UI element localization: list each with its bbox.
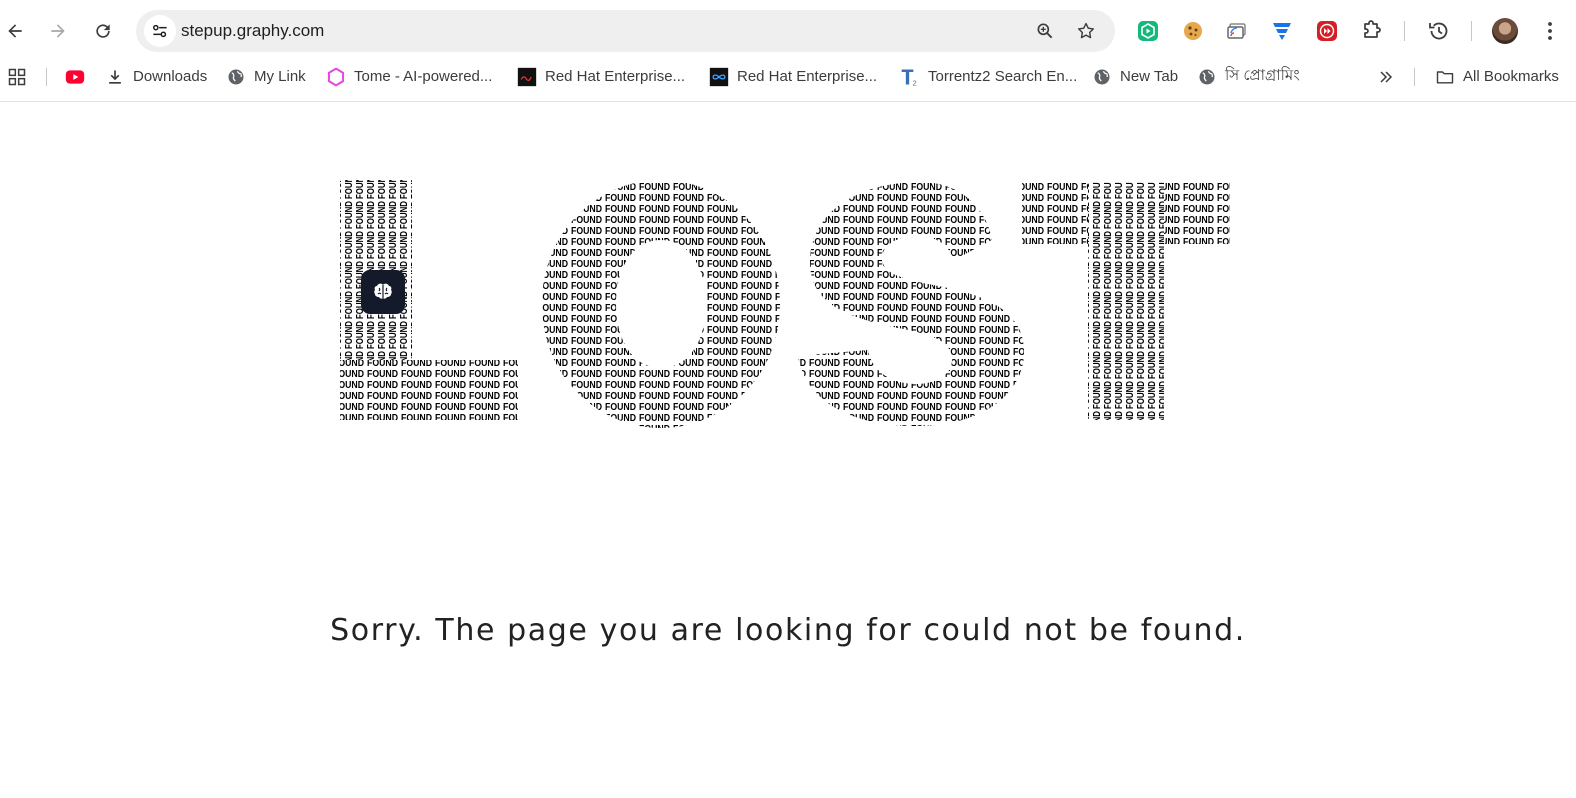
arrow-right-icon (51, 24, 65, 38)
bookmarks-divider (46, 68, 47, 86)
globe-icon (1092, 67, 1112, 87)
blue-logo-extension[interactable] (1268, 17, 1296, 45)
brain-icon (374, 283, 392, 299)
history-icon (1429, 22, 1448, 40)
bookmark-downloads[interactable]: Downloads (105, 62, 207, 91)
url-text[interactable]: stepup.graphy.com (181, 10, 324, 52)
redhat-icon (517, 67, 537, 87)
kebab-menu-icon (1548, 22, 1552, 40)
bookmark-redhat-2[interactable]: Red Hat Enterprise... (709, 62, 877, 91)
red-forward-extension[interactable] (1313, 17, 1341, 45)
zoom-icon (1037, 23, 1053, 39)
cookie-extension[interactable] (1179, 17, 1207, 45)
all-bookmarks-button[interactable]: All Bookmarks (1435, 62, 1559, 91)
reload-icon (96, 24, 110, 38)
green-play-extension-icon (1138, 21, 1158, 41)
cookie-extension-icon (1184, 22, 1202, 40)
download-icon (105, 67, 125, 87)
lost-letter-s (798, 182, 1024, 426)
zoom-button[interactable] (1033, 19, 1057, 43)
lost-letter-t (1022, 182, 1230, 420)
arrow-left-icon (8, 24, 22, 38)
brain-badge[interactable] (361, 270, 405, 314)
puzzle-extensions-icon (1364, 20, 1381, 38)
blue-logo-extension-icon (1273, 23, 1291, 40)
bookmarks-divider (1414, 68, 1415, 86)
bookmark-star-icon (1077, 22, 1095, 39)
green-play-extension[interactable] (1134, 17, 1162, 45)
all-bookmarks-label: All Bookmarks (1463, 68, 1559, 85)
lost-letter-o (542, 180, 780, 428)
tune-icon (153, 24, 167, 38)
bookmark-label: New Tab (1120, 68, 1179, 85)
not-found-message: Sorry. The page you are looking for coul… (330, 613, 1246, 648)
bookmark-label: Tome - AI-powered... (354, 68, 493, 85)
cast-extension-icon (1227, 23, 1246, 39)
reload-button[interactable] (88, 14, 118, 48)
site-info-button[interactable] (144, 15, 176, 47)
profile-avatar[interactable] (1492, 18, 1518, 44)
address-bar[interactable]: stepup.graphy.com (136, 10, 1115, 52)
apps-button[interactable] (7, 62, 27, 91)
bookmark-torrentz[interactable]: 2 Torrentz2 Search En... (900, 62, 1077, 91)
bookmark-label: Red Hat Enterprise... (545, 68, 686, 85)
menu-button[interactable] (1536, 17, 1564, 45)
tome-icon (326, 67, 346, 87)
history-button[interactable] (1425, 17, 1453, 45)
chevron-double-right-icon (1376, 67, 1396, 87)
svg-text:2: 2 (913, 78, 917, 87)
globe-icon (1197, 67, 1217, 87)
toolbar-divider (1471, 21, 1472, 41)
bookmark-label: My Link (254, 68, 306, 85)
extensions-button[interactable] (1358, 17, 1386, 45)
lost-word-art: FOUND FOUND (340, 180, 1230, 428)
bookmark-tome[interactable]: Tome - AI-powered... (326, 62, 492, 91)
torrentz-icon: 2 (900, 67, 920, 87)
globe-icon (226, 67, 246, 87)
cast-extension[interactable] (1223, 17, 1251, 45)
bookmark-label: Torrentz2 Search En... (928, 68, 1078, 85)
infinity-icon (709, 67, 729, 87)
bookmark-new-tab[interactable]: New Tab (1092, 62, 1178, 91)
apps-grid-icon (7, 67, 27, 87)
bookmark-label: সি প্রোগ্রামিং (1225, 67, 1300, 84)
browser-toolbar: stepup.graphy.com (0, 0, 1576, 62)
red-forward-extension-icon (1317, 21, 1337, 41)
bookmarks-bar: Downloads My Link Tome - AI-powered... R… (0, 62, 1576, 102)
bookmark-star-button[interactable] (1074, 19, 1098, 43)
back-button[interactable] (0, 14, 30, 48)
bookmark-label: Red Hat Enterprise... (737, 68, 878, 85)
bookmark-youtube[interactable] (65, 62, 93, 91)
bookmark-redhat-1[interactable]: Red Hat Enterprise... (517, 62, 685, 91)
youtube-icon (65, 67, 85, 87)
bookmark-c-programming[interactable]: সি প্রোগ্রামিং (1197, 62, 1300, 91)
folder-icon (1435, 67, 1455, 87)
bookmark-my-link[interactable]: My Link (226, 62, 306, 91)
toolbar-divider (1404, 21, 1405, 41)
forward-button[interactable] (43, 14, 73, 48)
bookmarks-overflow-button[interactable] (1376, 62, 1396, 91)
bookmark-label: Downloads (133, 68, 208, 85)
